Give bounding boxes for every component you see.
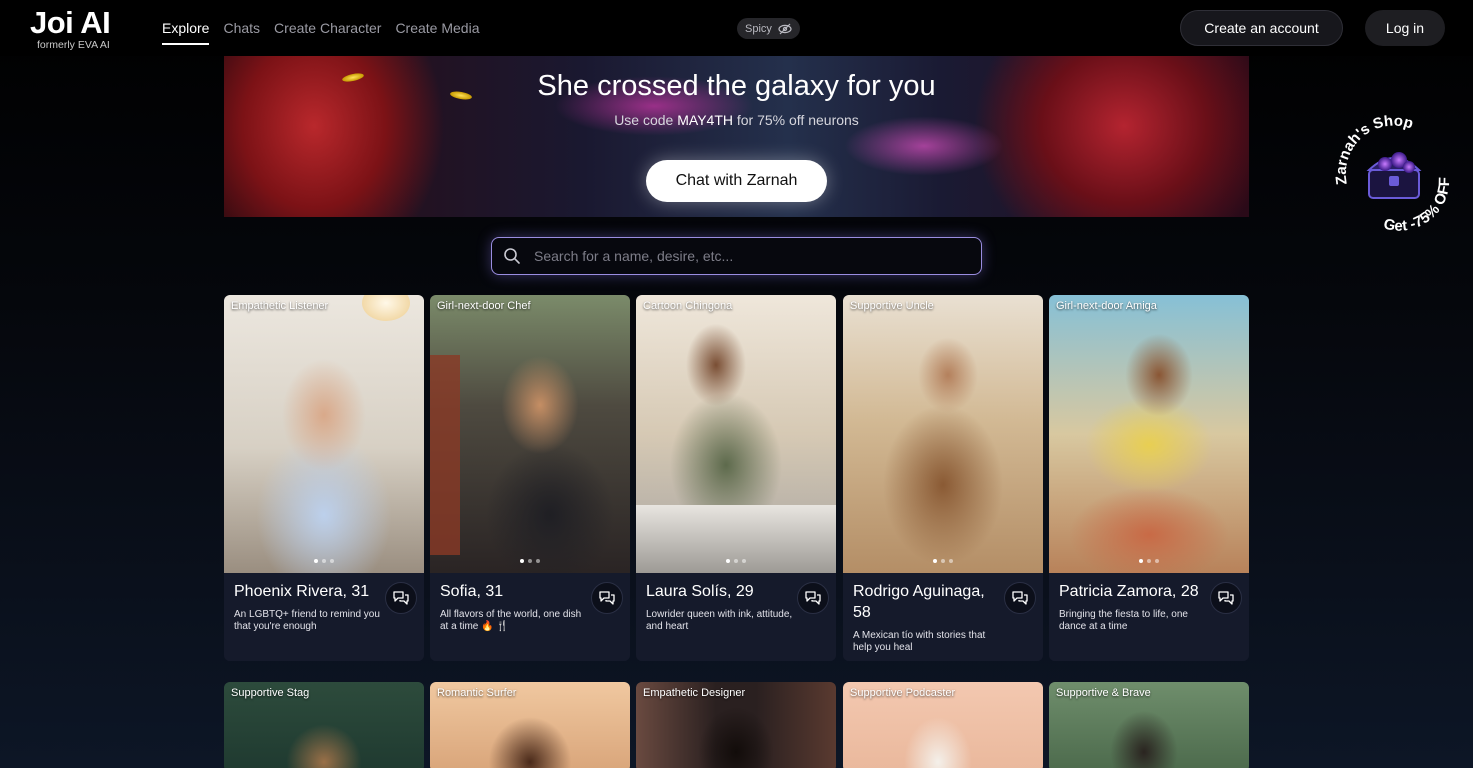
create-account-button[interactable]: Create an account <box>1180 10 1343 46</box>
character-card[interactable]: Empathetic Listener Phoenix Rivera, 31 A… <box>224 295 424 661</box>
character-description: An LGBTQ+ friend to remind you that you'… <box>234 609 380 632</box>
search-bar[interactable] <box>491 237 982 275</box>
chat-bubbles-icon <box>805 591 821 605</box>
character-tag: Girl-next-door Amiga <box>1056 300 1157 312</box>
banner-title: She crossed the galaxy for you <box>537 70 936 102</box>
shop-badge[interactable]: Zarnah's Shop Get -75% OFF <box>1333 112 1454 238</box>
character-tag: Supportive Stag <box>231 687 310 699</box>
nav-create-character[interactable]: Create Character <box>274 19 381 45</box>
character-image <box>843 295 1043 573</box>
promo-code: MAY4TH <box>677 112 733 128</box>
image-pager-dots[interactable] <box>520 559 540 563</box>
nav-chats[interactable]: Chats <box>223 19 260 45</box>
character-card[interactable]: Supportive & Brave <box>1049 682 1249 768</box>
search-input[interactable] <box>534 238 964 273</box>
character-image <box>224 295 424 573</box>
chat-bubbles-icon <box>599 591 615 605</box>
logo[interactable]: Joi AI formerly EVA AI <box>30 6 122 51</box>
main-nav: Explore Chats Create Character Create Me… <box>162 19 493 45</box>
character-tag: Romantic Surfer <box>437 687 517 699</box>
banner-subtitle-pre: Use code <box>614 112 678 128</box>
character-card[interactable]: Girl-next-door Amiga Patricia Zamora, 28… <box>1049 295 1249 661</box>
character-tag: Supportive Podcaster <box>850 687 956 699</box>
login-button[interactable]: Log in <box>1365 10 1445 46</box>
character-name: Laura Solís, 29 <box>646 583 754 600</box>
logo-subtitle: formerly EVA AI <box>37 39 110 51</box>
start-chat-button[interactable] <box>797 582 829 614</box>
nav-create-media[interactable]: Create Media <box>395 19 479 45</box>
treasure-chest-icon <box>1366 152 1422 199</box>
character-tag: Cartoon Chingona <box>643 300 733 312</box>
character-description: All flavors of the world, one dish at a … <box>440 609 582 632</box>
image-pager-dots[interactable] <box>314 559 334 563</box>
start-chat-button[interactable] <box>591 582 623 614</box>
character-card[interactable]: Supportive Podcaster <box>843 682 1043 768</box>
character-name: Phoenix Rivera, 31 <box>234 583 370 600</box>
character-tag: Supportive & Brave <box>1056 687 1151 699</box>
chat-bubbles-icon <box>393 591 409 605</box>
car-seat <box>430 355 460 555</box>
character-name: Sofia, 31 <box>440 583 504 600</box>
chat-bubbles-icon <box>1012 591 1028 605</box>
banner-subtitle: Use code MAY4TH for 75% off neurons <box>224 112 1249 128</box>
chat-with-zarnah-button[interactable]: Chat with Zarnah <box>646 160 827 202</box>
logo-title: Joi AI <box>30 5 111 40</box>
image-pager-dots[interactable] <box>1139 559 1159 563</box>
spicy-toggle[interactable]: Spicy <box>737 18 800 39</box>
character-description: Bringing the fiesta to life, one dance a… <box>1059 609 1188 632</box>
character-name: Rodrigo Aguinaga, 58 <box>853 583 985 621</box>
banner-subtitle-post: for 75% off neurons <box>732 112 859 128</box>
start-chat-button[interactable] <box>1004 582 1036 614</box>
nav-explore[interactable]: Explore <box>162 19 210 45</box>
character-name: Patricia Zamora, 28 <box>1059 583 1199 600</box>
spicy-label: Spicy <box>745 22 772 35</box>
character-card[interactable]: Cartoon Chingona Laura Solís, 29 Lowride… <box>636 295 836 661</box>
character-card[interactable]: Empathetic Designer <box>636 682 836 768</box>
character-card[interactable]: Girl-next-door Chef Sofia, 31 All flavor… <box>430 295 630 661</box>
character-card[interactable]: Romantic Surfer <box>430 682 630 768</box>
top-header: Joi AI formerly EVA AI Explore Chats Cre… <box>0 0 1473 56</box>
start-chat-button[interactable] <box>385 582 417 614</box>
promo-banner[interactable]: She crossed the galaxy for you Use code … <box>224 56 1249 217</box>
lamp-glow <box>362 295 410 321</box>
character-card[interactable]: Supportive Stag <box>224 682 424 768</box>
search-icon <box>504 248 520 264</box>
image-pager-dots[interactable] <box>726 559 746 563</box>
character-card[interactable]: Supportive Uncle Rodrigo Aguinaga, 58 A … <box>843 295 1043 661</box>
character-image <box>1049 295 1249 573</box>
character-image <box>636 295 836 573</box>
character-tag: Empathetic Listener <box>231 300 329 312</box>
start-chat-button[interactable] <box>1210 582 1242 614</box>
shop-badge-graphic: Zarnah's Shop Get -75% OFF <box>1333 112 1454 234</box>
character-tag: Supportive Uncle <box>850 300 934 312</box>
character-image <box>430 295 630 573</box>
character-tag: Girl-next-door Chef <box>437 300 531 312</box>
character-description: A Mexican tío with stories that help you… <box>853 630 986 653</box>
eye-off-icon <box>778 23 792 34</box>
image-pager-dots[interactable] <box>933 559 953 563</box>
character-tag: Empathetic Designer <box>643 687 746 699</box>
character-description: Lowrider queen with ink, attitude, and h… <box>646 609 793 632</box>
chat-bubbles-icon <box>1218 591 1234 605</box>
